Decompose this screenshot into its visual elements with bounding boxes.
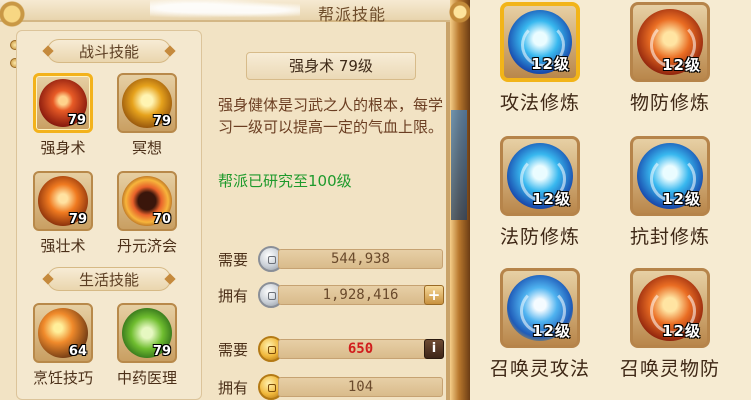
research-status: 帮派已研究至100级 xyxy=(218,172,352,190)
practice-level: 12级 xyxy=(662,56,701,74)
add-silver-button[interactable]: + xyxy=(424,285,444,305)
cost-label: 拥有 xyxy=(218,287,249,305)
skill-frame[interactable]: 64 xyxy=(33,303,93,363)
cost-label: 需要 xyxy=(218,341,249,359)
cost-value: 1,928,416 xyxy=(278,285,443,305)
skill-item-medicine[interactable]: 79 中药医理 xyxy=(111,303,183,388)
skill-level: 79 xyxy=(67,113,86,128)
skill-level: 64 xyxy=(68,344,87,359)
skill-item-meditation[interactable]: 79 冥想 xyxy=(111,73,183,158)
cost-row-silver-owned: 拥有 1,928,416 + xyxy=(218,282,448,308)
practice-panel: 12级 攻法修炼 12级 物防修炼 12级 法防修炼 12级 抗封修炼 12级 … xyxy=(470,0,751,400)
cost-label: 需要 xyxy=(218,251,249,269)
skill-item-cooking[interactable]: 64 烹饪技巧 xyxy=(27,303,99,388)
skill-name: 强身术 xyxy=(40,139,86,157)
practice-name: 攻法修炼 xyxy=(499,92,580,114)
skill-frame[interactable]: 79 xyxy=(33,171,93,231)
cost-row-silver-required: 需要 544,938 xyxy=(218,246,448,272)
skill-detail: 强身术 79级 强身健体是习武之人的根本，每学习一级可以提高一定的气血上限。 帮… xyxy=(206,30,446,400)
cost-row-contribution-owned: 拥有 104 xyxy=(218,374,448,400)
practice-name: 物防修炼 xyxy=(629,92,710,114)
practice-name: 召唤灵物防 xyxy=(619,358,720,380)
practice-name: 抗封修炼 xyxy=(629,226,710,248)
practice-level: 12级 xyxy=(531,55,570,73)
skill-item-vigor[interactable]: 79 强壮术 xyxy=(27,171,99,256)
skill-level: 79 xyxy=(152,344,171,359)
skill-name: 丹元济会 xyxy=(116,237,177,255)
skill-frame[interactable]: 79 xyxy=(33,73,93,133)
practice-frame[interactable]: 12级 xyxy=(630,136,710,216)
practice-level: 12级 xyxy=(532,190,571,208)
corner-ornament-icon xyxy=(0,0,40,68)
practice-frame[interactable]: 12级 xyxy=(630,2,710,82)
pillar-cap-icon xyxy=(449,0,471,40)
skill-frame[interactable]: 79 xyxy=(117,73,177,133)
guild-skills-panel: 帮派技能 战斗技能 79 强身术 79 冥想 79 强壮术 70 丹元济会 生活… xyxy=(0,0,450,400)
pillar-background xyxy=(451,110,467,220)
cost-value: 650 xyxy=(278,339,443,359)
skill-item-strength[interactable]: 79 强身术 xyxy=(27,73,99,158)
skill-level: 79 xyxy=(68,212,87,227)
skill-detail-title: 强身术 79级 xyxy=(246,52,416,80)
practice-item-magic-attack[interactable]: 12级 攻法修炼 xyxy=(480,2,600,115)
title-bar: 帮派技能 xyxy=(0,0,450,24)
practice-level: 12级 xyxy=(662,322,701,340)
cost-row-contribution-required: 需要 650 i xyxy=(218,336,448,362)
practice-name: 召唤灵攻法 xyxy=(489,358,590,380)
practice-frame[interactable]: 12级 xyxy=(630,268,710,348)
cost-value: 544,938 xyxy=(278,249,443,269)
skill-name: 烹饪技巧 xyxy=(32,369,93,387)
skill-frame[interactable]: 79 xyxy=(117,303,177,363)
info-button[interactable]: i xyxy=(424,339,444,359)
practice-frame[interactable]: 12级 xyxy=(500,268,580,348)
panel-title: 帮派技能 xyxy=(318,5,387,24)
combat-skills-header: 战斗技能 xyxy=(47,39,171,63)
practice-item-summon-magic-attack[interactable]: 12级 召唤灵攻法 xyxy=(480,268,600,381)
practice-item-magic-defense[interactable]: 12级 法防修炼 xyxy=(480,136,600,249)
skill-name: 冥想 xyxy=(131,139,162,157)
cost-value: 104 xyxy=(278,377,443,397)
practice-frame[interactable]: 12级 xyxy=(500,2,580,82)
skill-name: 中药医理 xyxy=(116,369,177,387)
skill-level: 79 xyxy=(152,114,171,129)
life-skills-header: 生活技能 xyxy=(47,267,171,291)
practice-item-seal-resist[interactable]: 12级 抗封修炼 xyxy=(610,136,730,249)
skill-description: 强身健体是习武之人的根本，每学习一级可以提高一定的气血上限。 xyxy=(218,96,444,136)
skill-list: 战斗技能 79 强身术 79 冥想 79 强壮术 70 丹元济会 生活技能 64… xyxy=(16,30,202,400)
practice-item-physical-defense[interactable]: 12级 物防修炼 xyxy=(610,2,730,115)
skill-level: 70 xyxy=(152,212,171,227)
practice-level: 12级 xyxy=(532,322,571,340)
cost-label: 拥有 xyxy=(218,379,249,397)
practice-name: 法防修炼 xyxy=(499,226,580,248)
skill-frame[interactable]: 70 xyxy=(117,171,177,231)
skill-name: 强壮术 xyxy=(40,237,86,255)
practice-item-summon-physical-defense[interactable]: 12级 召唤灵物防 xyxy=(610,268,730,381)
cloud-decoration xyxy=(150,0,300,20)
practice-frame[interactable]: 12级 xyxy=(500,136,580,216)
skill-item-elixir[interactable]: 70 丹元济会 xyxy=(111,171,183,256)
practice-level: 12级 xyxy=(662,190,701,208)
